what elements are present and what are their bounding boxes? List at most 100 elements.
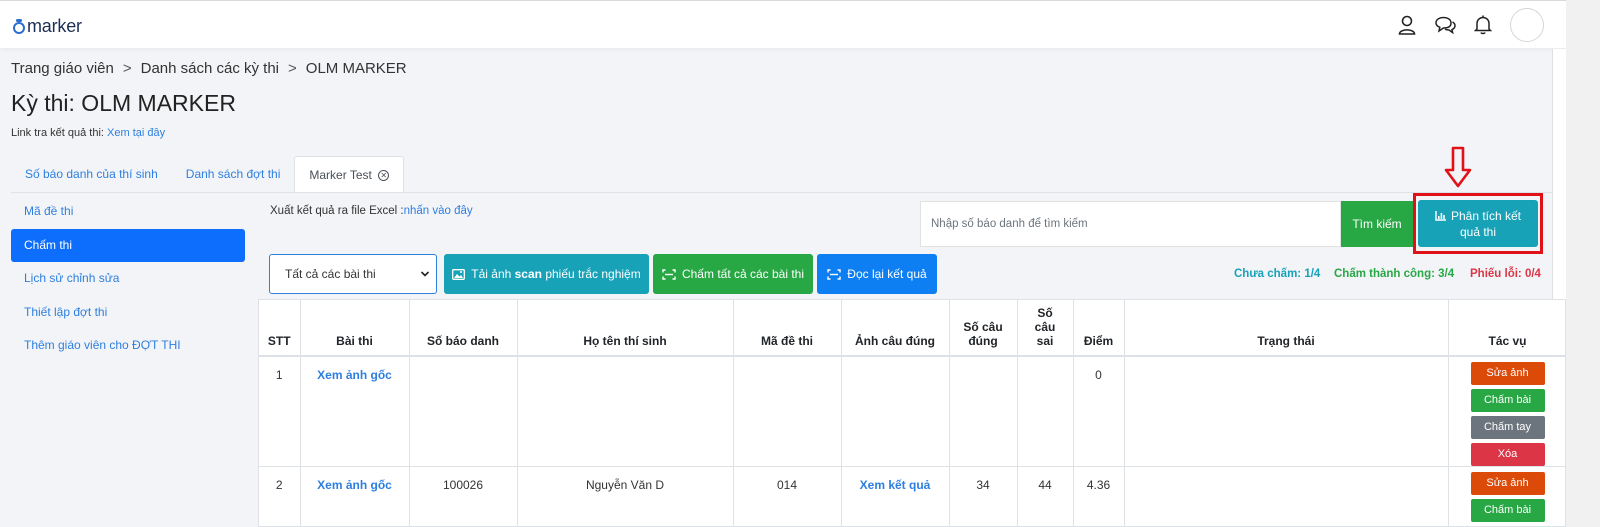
page-scrollbar-track[interactable] <box>1566 0 1600 527</box>
reread-results-label: Đọc lại kết quả <box>847 267 927 281</box>
header-image: Ảnh câu đúng <box>841 300 950 357</box>
cell-status <box>1124 466 1449 526</box>
manual-grade-button[interactable]: Chấm tay <box>1470 416 1545 439</box>
view-result-link[interactable]: Xem kết quả <box>841 466 950 526</box>
grade-button[interactable]: Chấm bài <box>1470 499 1545 522</box>
search-input[interactable]: Nhập số báo danh để tìm kiếm <box>920 201 1341 247</box>
header-sbd: Số báo danh <box>409 300 518 357</box>
stat-pending: Chưa chấm: 1/4 <box>1234 268 1321 280</box>
close-circle-icon[interactable]: ✕ <box>378 170 390 181</box>
logo-icon <box>13 18 25 34</box>
header-score: Điểm <box>1073 300 1125 357</box>
grade-all-label: Chấm tất cả các bài thi <box>681 267 805 281</box>
logo[interactable]: marker <box>13 16 82 37</box>
header-stt: STT <box>259 300 301 357</box>
chat-icon[interactable] <box>1426 8 1464 42</box>
tab-candidate-numbers[interactable]: Số báo danh của thí sinh <box>11 156 172 193</box>
results-table: STT Bài thi Số báo danh Họ tên thí sinh … <box>259 300 1565 526</box>
cell-sbd <box>409 356 518 467</box>
delete-button[interactable]: Xóa <box>1470 443 1545 466</box>
top-navbar: marker <box>0 0 1566 48</box>
upload-scan-label: Tải ảnh scan phiếu trắc nghiệm <box>471 267 641 281</box>
excel-export-label: Xuất kết quả ra file Excel : <box>270 205 404 217</box>
results-table-container: STT Bài thi Số báo danh Họ tên thí sinh … <box>258 299 1566 527</box>
cell-code: 014 <box>733 466 842 526</box>
sidenav-item-round-settings[interactable]: Thiết lập đợt thi <box>11 296 245 329</box>
view-result-link[interactable] <box>841 356 950 467</box>
top-icons <box>1388 8 1566 42</box>
cell-code <box>733 356 842 467</box>
cell-stt: 2 <box>259 466 301 526</box>
stat-error: Phiếu lỗi: 0/4 <box>1470 268 1541 280</box>
cell-sbd: 100026 <box>409 466 518 526</box>
page-title: Kỳ thi: OLM MARKER <box>11 90 236 116</box>
table-row: 2 Xem ảnh gốc 100026 Nguyễn Văn D 014 Xe… <box>259 466 1565 526</box>
header-correct: Số câu đúng <box>949 300 1018 357</box>
excel-export-link[interactable]: nhấn vào đây <box>404 205 473 217</box>
header-name: Họ tên thí sinh <box>517 300 734 357</box>
cell-status <box>1124 356 1449 467</box>
tab-exam-rounds[interactable]: Danh sách đợt thi <box>172 156 295 193</box>
cell-ops: Sửa ảnh Chấm bài Chấm tay Xóa <box>1448 356 1565 467</box>
stat-success: Chấm thành công: 3/4 <box>1334 268 1455 280</box>
upload-scan-button[interactable]: Tải ảnh scan phiếu trắc nghiệm <box>444 254 649 294</box>
reread-results-button[interactable]: Đọc lại kết quả <box>817 254 937 294</box>
tab-divider <box>11 192 1552 193</box>
arrow-down-icon <box>1444 146 1472 188</box>
result-link[interactable]: Xem tại đây <box>107 127 165 139</box>
sidenav-item-edit-history[interactable]: Lịch sử chỉnh sửa <box>11 262 245 295</box>
cell-correct: 34 <box>949 466 1018 526</box>
table-header-row: STT Bài thi Số báo danh Họ tên thí sinh … <box>259 300 1565 357</box>
header-code: Mã đề thi <box>733 300 842 357</box>
tab-marker-test-label: Marker Test <box>309 168 372 182</box>
tab-marker-test[interactable]: Marker Test ✕ <box>294 156 405 193</box>
breadcrumb-separator: > <box>122 60 132 77</box>
cell-score: 4.36 <box>1073 466 1125 526</box>
analyze-results-label: Phân tích kết quả thi <box>1450 208 1522 239</box>
view-original-link[interactable]: Xem ảnh gốc <box>300 466 410 526</box>
breadcrumb-exam-list[interactable]: Danh sách các kỳ thi <box>141 60 279 77</box>
cell-name: Nguyễn Văn D <box>517 466 734 526</box>
exam-filter-value: Tất cả các bài thi <box>285 267 376 281</box>
grade-button[interactable]: Chấm bài <box>1470 389 1545 412</box>
cell-wrong <box>1017 356 1074 467</box>
header-ops: Tác vụ <box>1448 300 1565 357</box>
exam-filter-select[interactable]: Tất cả các bài thi <box>269 254 437 294</box>
chart-icon <box>1435 210 1446 221</box>
header-wrong: Số câu sai <box>1017 300 1074 357</box>
table-row: 1 Xem ảnh gốc 0 Sửa ảnh Chấm bài Chấm ta… <box>259 356 1565 467</box>
result-link-line: Link tra kết quả thi: Xem tại đây <box>11 127 165 139</box>
result-link-label: Link tra kết quả thi: <box>11 127 104 139</box>
search-button[interactable]: Tìm kiếm <box>1341 201 1413 247</box>
breadcrumb-teacher-home[interactable]: Trang giáo viên <box>11 60 114 77</box>
sidenav-item-grading[interactable]: Chấm thi <box>11 228 245 262</box>
view-original-link[interactable]: Xem ảnh gốc <box>300 356 410 467</box>
sidenav: Mã đề thi Chấm thi Lịch sử chỉnh sửa Thi… <box>11 195 245 363</box>
cell-stt: 1 <box>259 356 301 467</box>
cell-correct <box>949 356 1018 467</box>
analyze-results-button[interactable]: Phân tích kết quả thi <box>1418 200 1538 247</box>
cell-score: 0 <box>1073 356 1125 467</box>
excel-export-line: Xuất kết quả ra file Excel :nhấn vào đây <box>270 205 473 217</box>
edit-image-button[interactable]: Sửa ảnh <box>1470 362 1545 385</box>
bell-icon[interactable] <box>1464 8 1502 42</box>
breadcrumb: Trang giáo viên > Danh sách các kỳ thi >… <box>11 60 407 77</box>
user-icon[interactable] <box>1388 8 1426 42</box>
scan-icon <box>827 268 841 280</box>
cell-ops: Sửa ảnh Chấm bài <box>1448 466 1565 526</box>
image-icon <box>452 268 466 280</box>
cell-wrong: 44 <box>1017 466 1074 526</box>
cell-name <box>517 356 734 467</box>
breadcrumb-current: OLM MARKER <box>305 60 407 77</box>
header-exam: Bài thi <box>300 300 410 357</box>
sidenav-item-exam-codes[interactable]: Mã đề thi <box>11 195 245 228</box>
header-status: Trạng thái <box>1124 300 1449 357</box>
edit-image-button[interactable]: Sửa ảnh <box>1470 472 1545 495</box>
tab-bar: Số báo danh của thí sinh Danh sách đợt t… <box>11 156 405 193</box>
sidenav-item-add-teacher[interactable]: Thêm giáo viên cho ĐỢT THI <box>11 329 245 362</box>
avatar[interactable] <box>1510 8 1544 42</box>
scan-icon <box>662 268 676 280</box>
chevron-down-icon <box>420 271 430 277</box>
logo-text: marker <box>27 16 82 36</box>
grade-all-button[interactable]: Chấm tất cả các bài thi <box>653 254 813 294</box>
